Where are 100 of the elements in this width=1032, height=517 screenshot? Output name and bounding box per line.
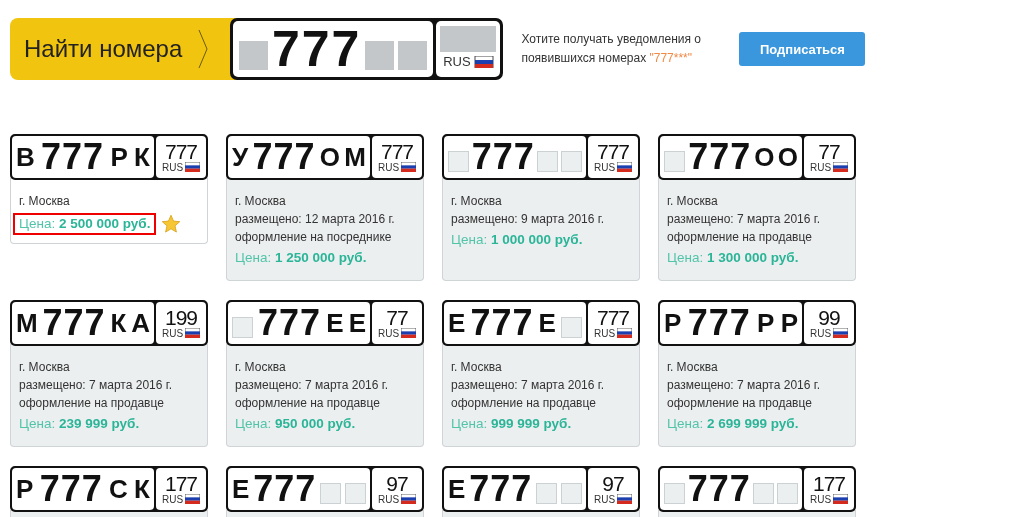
- plate-letter: Е: [538, 307, 556, 339]
- region-code: 97: [386, 473, 408, 494]
- listing-detail: г. Москва: [667, 359, 719, 376]
- country-code: RUS: [809, 493, 832, 505]
- listing-detail: г. Москва: [19, 359, 71, 376]
- empty-slot[interactable]: [365, 40, 395, 70]
- plate-digits: 777: [471, 136, 535, 178]
- flag-icon: [617, 162, 633, 172]
- plate-letter: В: [16, 141, 35, 173]
- plate-digits: 777: [272, 20, 362, 78]
- flag-icon: [185, 162, 201, 172]
- plate-letter: Е: [326, 307, 344, 339]
- plate-letter: Р: [757, 307, 775, 339]
- listing-detail: оформление на посреднике: [235, 229, 393, 246]
- license-plate[interactable]: 777 177 RUS: [658, 466, 856, 512]
- plate-digits: 777: [42, 302, 106, 344]
- flag-icon: [401, 162, 417, 172]
- country-code: RUS: [593, 327, 616, 339]
- country-code: RUS: [809, 327, 832, 339]
- empty-slot: [561, 150, 582, 172]
- empty-slot[interactable]: [239, 40, 268, 70]
- listing-detail: оформление на продавце: [667, 229, 813, 246]
- plate-letter: Р: [780, 307, 798, 339]
- empty-slot[interactable]: [398, 40, 428, 70]
- listing-detail: г. Москва: [667, 193, 719, 210]
- empty-slot: [664, 482, 685, 504]
- plate-letter: О: [754, 141, 775, 173]
- plate-digits: 777: [470, 302, 534, 344]
- empty-slot: [777, 482, 798, 504]
- listing-detail: размещено: 7 марта 2016 г.: [235, 377, 389, 394]
- price: Цена: 2 500 000 руб.: [13, 213, 157, 235]
- plate-letter: У: [232, 141, 249, 173]
- empty-slot: [232, 316, 253, 338]
- listing-detail: оформление на продавце: [19, 395, 165, 412]
- flag-icon: [185, 328, 201, 338]
- empty-slot: [561, 482, 582, 504]
- star-icon: [161, 214, 182, 234]
- listing-detail: г. Москва: [19, 193, 71, 210]
- flag-icon: [833, 328, 849, 338]
- listing-detail: размещено: 7 марта 2016 г.: [451, 377, 605, 394]
- listing-detail: г. Москва: [235, 359, 287, 376]
- country-code: RUS: [377, 493, 400, 505]
- plate-letter: О: [777, 141, 798, 173]
- listing-detail: размещено: 12 марта 2016 г.: [235, 211, 396, 228]
- flag-icon: [401, 328, 417, 338]
- empty-slot: [537, 150, 559, 172]
- listing-detail: оформление на продавце: [235, 395, 381, 412]
- listing-detail: оформление на продавце: [451, 395, 597, 412]
- empty-slot: [320, 482, 342, 504]
- country-code: RUS: [377, 327, 400, 339]
- flag-icon: [617, 328, 633, 338]
- plate-letter: Р: [110, 141, 128, 173]
- region-slot[interactable]: [440, 26, 497, 52]
- license-plate[interactable]: Е777 97 RUS: [226, 466, 424, 512]
- plate-digits: 777: [39, 468, 103, 510]
- plate-letter: О: [319, 141, 341, 173]
- country-code: RUS: [161, 327, 184, 339]
- plate-digits: 777: [258, 302, 322, 344]
- plate-digits: 777: [41, 136, 105, 178]
- license-plate[interactable]: Е 777 Е 777 RUS: [442, 300, 640, 346]
- listing-detail: оформление на продавце: [667, 395, 813, 412]
- plate-letter: К: [110, 307, 127, 339]
- plate-digits: 777: [687, 302, 751, 344]
- listing-detail: размещено: 7 марта 2016 г.: [19, 377, 173, 394]
- region-code: 777: [164, 141, 197, 162]
- country-code: RUS: [161, 161, 184, 173]
- plate-digits: 777: [252, 136, 316, 178]
- empty-slot: [448, 150, 469, 172]
- find-numbers-label: Найти номера: [24, 35, 183, 63]
- price: Цена: 1 000 000 руб.: [451, 231, 583, 249]
- price: Цена: 999 999 руб.: [451, 415, 572, 433]
- price: Цена: 2 699 999 руб.: [667, 415, 799, 433]
- region-code: 777: [596, 307, 629, 328]
- plate-letter: Е: [348, 307, 366, 339]
- plate-letter: Е: [232, 473, 250, 505]
- listing-detail: г. Москва: [451, 193, 503, 210]
- listing-detail: г. Москва: [451, 359, 503, 376]
- plate-letter: К: [134, 473, 150, 505]
- region-code: 177: [812, 473, 845, 494]
- plate-letter: Е: [448, 473, 466, 505]
- region-code: 777: [380, 141, 413, 162]
- flag-icon: [833, 162, 849, 172]
- region-code: 99: [818, 307, 840, 328]
- plate-letter: К: [134, 141, 150, 173]
- empty-slot: [753, 482, 775, 504]
- plate-letter: А: [131, 307, 150, 339]
- license-plate[interactable]: Е777 97 RUS: [442, 466, 640, 512]
- country-code: RUS: [809, 161, 832, 173]
- flag-icon: [617, 494, 633, 504]
- plate-digits: 777: [253, 468, 317, 510]
- listing-detail: размещено: 9 марта 2016 г.: [451, 211, 605, 228]
- flag-icon: [185, 494, 201, 504]
- plate-search-field[interactable]: 777 RUS: [230, 18, 504, 80]
- listing-detail: размещено: 7 марта 2016 г.: [667, 211, 821, 228]
- plate-digits: 777: [469, 468, 533, 510]
- flag-icon: [473, 55, 494, 68]
- price: Цена: 239 999 руб.: [19, 415, 140, 433]
- empty-slot: [345, 482, 366, 504]
- country-code: RUS: [443, 54, 471, 69]
- license-plate[interactable]: 777 777 RUS: [442, 134, 640, 180]
